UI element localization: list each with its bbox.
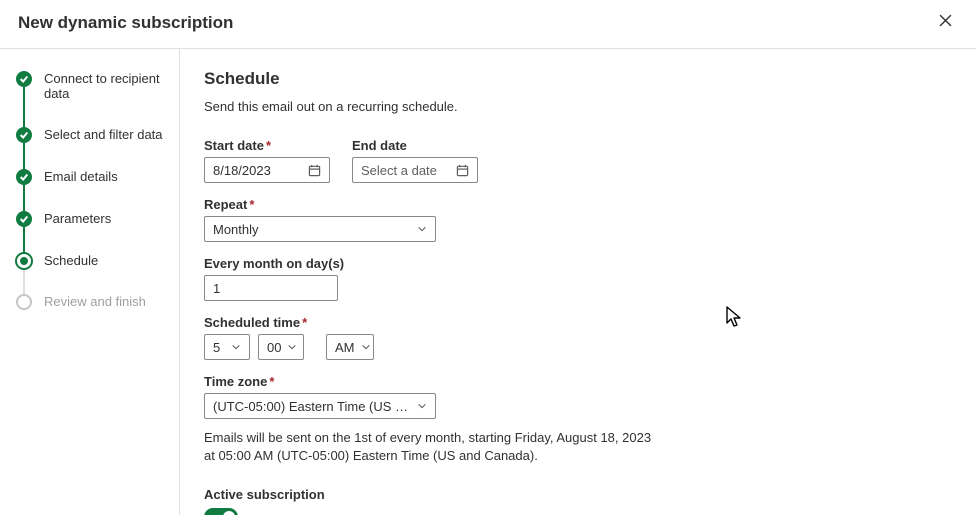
start-date-input[interactable]: 8/18/2023 bbox=[204, 157, 330, 183]
step-schedule[interactable]: Schedule bbox=[16, 253, 171, 294]
active-subscription-label: Active subscription bbox=[204, 487, 948, 502]
checkmark-icon bbox=[16, 169, 32, 185]
ampm-value: AM bbox=[335, 340, 355, 355]
timezone-value: (UTC-05:00) Eastern Time (US and Canada) bbox=[213, 399, 411, 414]
step-email-details[interactable]: Email details bbox=[16, 169, 171, 211]
checkmark-icon bbox=[16, 71, 32, 87]
chevron-down-icon bbox=[361, 342, 371, 352]
start-date-value: 8/18/2023 bbox=[213, 163, 271, 178]
minute-value: 00 bbox=[267, 340, 281, 355]
current-step-icon bbox=[17, 254, 31, 268]
every-month-input[interactable]: 1 bbox=[204, 275, 338, 301]
step-review-finish[interactable]: Review and finish bbox=[16, 294, 171, 310]
every-month-label: Every month on day(s) bbox=[204, 256, 948, 271]
timezone-select[interactable]: (UTC-05:00) Eastern Time (US and Canada) bbox=[204, 393, 436, 419]
calendar-icon bbox=[308, 164, 321, 177]
hour-select[interactable]: 5 bbox=[204, 334, 250, 360]
step-parameters[interactable]: Parameters bbox=[16, 211, 171, 253]
chevron-down-icon bbox=[417, 224, 427, 234]
repeat-select[interactable]: Monthly bbox=[204, 216, 436, 242]
toggle-knob bbox=[223, 511, 235, 515]
every-month-value: 1 bbox=[213, 281, 220, 296]
end-date-label: End date bbox=[352, 138, 478, 153]
step-connect-recipient[interactable]: Connect to recipient data bbox=[16, 71, 171, 127]
step-label: Schedule bbox=[44, 253, 98, 268]
checkmark-icon bbox=[16, 127, 32, 143]
step-label: Select and filter data bbox=[44, 127, 163, 142]
repeat-value: Monthly bbox=[213, 222, 259, 237]
step-label: Email details bbox=[44, 169, 118, 184]
end-date-placeholder: Select a date bbox=[361, 163, 437, 178]
hour-value: 5 bbox=[213, 340, 220, 355]
end-date-input[interactable]: Select a date bbox=[352, 157, 478, 183]
repeat-label: Repeat* bbox=[204, 197, 948, 212]
close-button[interactable] bbox=[933, 10, 958, 36]
scheduled-time-label: Scheduled time* bbox=[204, 315, 948, 330]
ampm-select[interactable]: AM bbox=[326, 334, 374, 360]
section-title: Schedule bbox=[204, 69, 948, 89]
section-description: Send this email out on a recurring sched… bbox=[204, 99, 948, 114]
dialog-title: New dynamic subscription bbox=[18, 13, 233, 33]
step-label: Parameters bbox=[44, 211, 111, 226]
close-icon bbox=[939, 14, 952, 27]
start-date-label: Start date* bbox=[204, 138, 330, 153]
pending-step-icon bbox=[16, 294, 32, 310]
active-subscription-toggle[interactable] bbox=[204, 508, 238, 515]
step-label: Connect to recipient data bbox=[44, 71, 171, 101]
chevron-down-icon bbox=[231, 342, 241, 352]
chevron-down-icon bbox=[417, 401, 427, 411]
step-label: Review and finish bbox=[44, 294, 146, 309]
checkmark-icon bbox=[16, 211, 32, 227]
wizard-stepper: Connect to recipient data Select and fil… bbox=[0, 49, 180, 515]
schedule-panel: Schedule Send this email out on a recurr… bbox=[180, 49, 976, 515]
calendar-icon bbox=[456, 164, 469, 177]
minute-select[interactable]: 00 bbox=[258, 334, 304, 360]
schedule-summary: Emails will be sent on the 1st of every … bbox=[204, 429, 664, 465]
chevron-down-icon bbox=[287, 342, 297, 352]
timezone-label: Time zone* bbox=[204, 374, 948, 389]
step-select-filter[interactable]: Select and filter data bbox=[16, 127, 171, 169]
